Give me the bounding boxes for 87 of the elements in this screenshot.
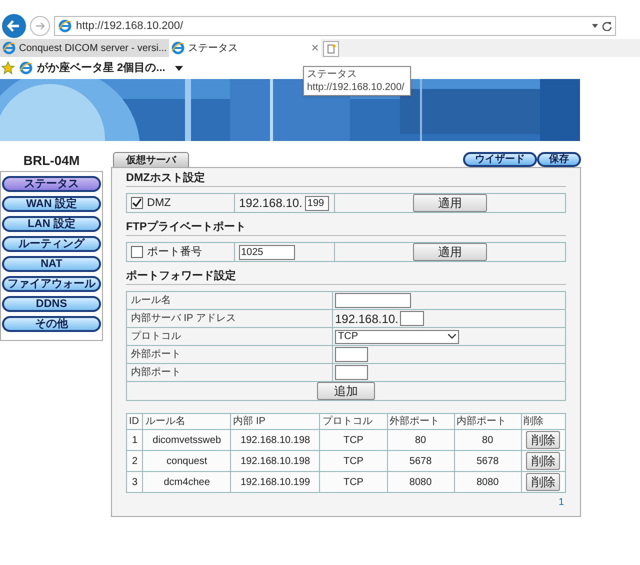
protocol-select[interactable]: TCP: [335, 330, 459, 344]
browser-logo-icon: [58, 19, 72, 33]
table-cell: TCP: [320, 450, 387, 472]
close-tab-button[interactable]: ×: [311, 38, 319, 58]
table-cell: TCP: [320, 472, 387, 492]
table-cell: dcm4chee: [142, 472, 231, 492]
nav-button[interactable]: ステータス: [2, 176, 101, 192]
url-text: http://192.168.10.200/: [76, 18, 184, 34]
checkbox[interactable]: [131, 197, 143, 209]
delete-button[interactable]: 削除: [526, 452, 560, 470]
page-tab[interactable]: 仮想サーバ: [113, 152, 189, 167]
nav-button[interactable]: NAT: [2, 256, 101, 272]
nav-button[interactable]: WAN 設定: [2, 196, 101, 212]
page-number[interactable]: 1: [558, 495, 564, 510]
column-header: ID: [126, 414, 143, 430]
table-cell: 192.168.10.198: [230, 450, 320, 472]
checkbox-label: DMZ: [147, 196, 171, 211]
column-header: ルール名: [142, 414, 231, 430]
ip-field[interactable]: 199: [305, 196, 330, 210]
checkbox-label: ポート番号: [147, 244, 202, 260]
column-header: プロトコル: [320, 414, 387, 430]
apply-button[interactable]: 適用: [413, 243, 487, 261]
back-button[interactable]: [2, 14, 26, 38]
field-label: 内部サーバ IP アドレス: [131, 312, 236, 326]
back-arrow-icon: [7, 19, 21, 33]
nav-button[interactable]: ファイアウォール: [2, 276, 101, 292]
chevron-down-icon: [448, 334, 456, 339]
table-cell: TCP: [320, 430, 387, 450]
table-cell: 80: [454, 430, 522, 450]
table-cell: conquest: [142, 450, 231, 472]
table-cell: 80: [387, 430, 454, 450]
delete-button[interactable]: 削除: [526, 473, 560, 491]
column-header: 削除: [521, 414, 566, 430]
toolbar-button[interactable]: ウイザード: [463, 152, 537, 167]
nav-button[interactable]: DDNS: [2, 296, 101, 312]
dropdown-icon[interactable]: [175, 66, 184, 70]
ip-field[interactable]: [400, 311, 424, 326]
favorite-link[interactable]: がか座ベータ星 2個目の...: [37, 60, 166, 76]
column-header: 内部 IP: [230, 414, 320, 430]
browser-logo-icon: [170, 41, 185, 55]
column-header: 外部ポート: [387, 414, 454, 430]
toolbar-button[interactable]: 保存: [537, 152, 581, 167]
nav-button[interactable]: ルーティング: [2, 236, 101, 252]
add-button[interactable]: 追加: [317, 382, 375, 400]
table-cell: 8080: [387, 472, 454, 492]
table-cell: 192.168.10.198: [230, 430, 320, 450]
browser-tab[interactable]: ステータス ×: [168, 39, 321, 57]
refresh-icon[interactable]: [602, 21, 612, 31]
field-label: プロトコル: [131, 330, 181, 344]
port-field[interactable]: 1025: [239, 244, 295, 260]
apply-button[interactable]: 適用: [413, 194, 487, 212]
table-cell: 2: [126, 450, 143, 472]
delete-button[interactable]: 削除: [526, 431, 560, 449]
nav-button[interactable]: その他: [2, 316, 101, 332]
browser-logo-icon: [19, 61, 33, 75]
address-field[interactable]: http://192.168.10.200/: [54, 16, 616, 36]
table-cell: 3: [126, 472, 143, 492]
section-heading: ポートフォワード設定: [126, 268, 566, 285]
rule-name-field[interactable]: [335, 293, 411, 308]
tooltip: ステータス http://192.168.10.200/: [303, 66, 411, 96]
new-tab-button[interactable]: [322, 41, 339, 57]
ip-prefix: 192.168.10.: [239, 195, 302, 212]
section-heading: FTPプライベートポート: [126, 219, 566, 236]
section-heading: DMZホスト設定: [126, 170, 566, 187]
device-name: BRL-04M: [22, 152, 81, 167]
field-label: ルール名: [131, 294, 171, 308]
field-label: 内部ポート: [131, 366, 181, 380]
favorites-star-icon[interactable]: [1, 61, 15, 75]
ip-prefix: 192.168.10.: [335, 310, 398, 328]
table-cell: 192.168.10.199: [230, 472, 320, 492]
forward-button[interactable]: [30, 16, 50, 36]
nav-button[interactable]: LAN 設定: [2, 216, 101, 232]
new-page-icon: [326, 44, 336, 54]
forward-arrow-icon: [35, 21, 45, 31]
checkbox[interactable]: [131, 246, 143, 258]
table-cell: 8080: [454, 472, 522, 492]
browser-logo-icon: [2, 41, 16, 55]
port-field[interactable]: [335, 365, 368, 380]
port-field[interactable]: [335, 347, 368, 362]
table-cell: 5678: [387, 450, 454, 472]
table-cell: dicomvetssweb: [142, 430, 231, 450]
dropdown-icon[interactable]: [592, 24, 598, 28]
column-header: 内部ポート: [454, 414, 522, 430]
field-label: 外部ポート: [131, 348, 181, 362]
table-cell: 5678: [454, 450, 522, 472]
table-cell: 1: [126, 430, 143, 450]
browser-tab[interactable]: Conquest DICOM server - versi...: [0, 39, 169, 57]
